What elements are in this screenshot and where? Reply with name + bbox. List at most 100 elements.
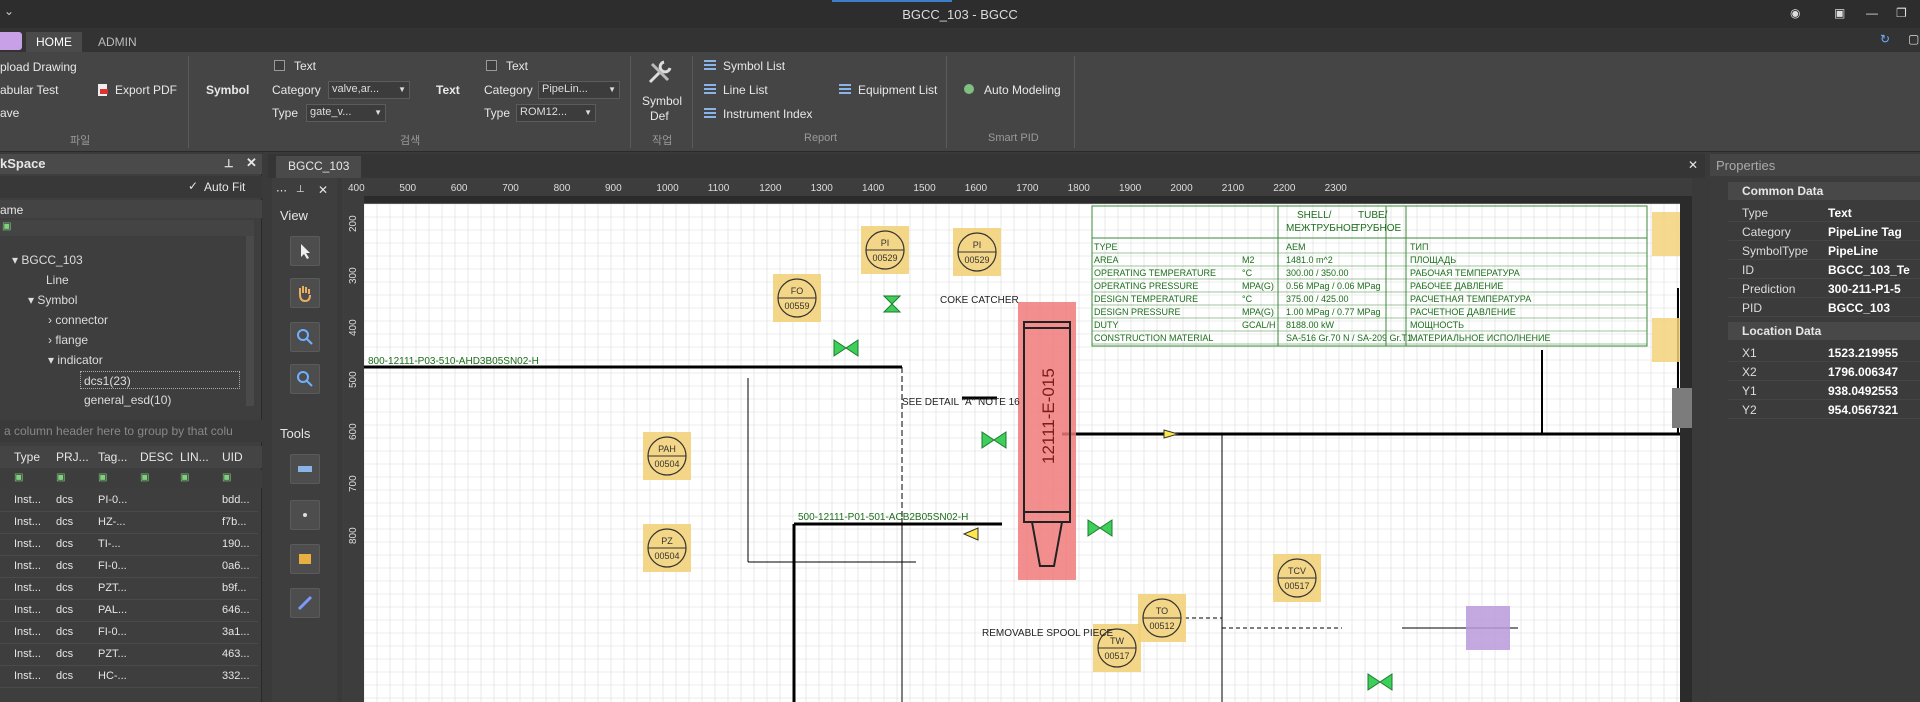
pencil-tool-button[interactable] xyxy=(290,588,320,618)
table-row[interactable]: Inst... dcs PZT... b9f... xyxy=(0,578,258,600)
table-row[interactable]: Inst... dcs PI-0... bdd... xyxy=(0,490,258,512)
table-row[interactable]: Inst... dcs PZT... 463... xyxy=(0,644,258,666)
table-cell: PI-0... xyxy=(98,494,128,506)
refresh-icon[interactable]: ↻ xyxy=(1880,32,1890,46)
grid-col-desc[interactable]: DESC xyxy=(140,450,173,464)
tree-item-flange[interactable]: › flange xyxy=(48,333,88,347)
property-row[interactable]: Type Text xyxy=(1728,204,1920,222)
draw-symbol-button[interactable] xyxy=(290,544,320,574)
symbol-type-select[interactable]: gate_v... ▼ xyxy=(306,104,386,122)
common-data-section[interactable]: Common Data xyxy=(1728,182,1920,200)
grid-col-prj[interactable]: PRJ... xyxy=(56,450,89,464)
ribbon-separator xyxy=(188,56,189,148)
line-list-button[interactable]: Line List xyxy=(723,83,768,97)
file-menu-button[interactable] xyxy=(0,32,22,50)
grid-col-lin[interactable]: LIN... xyxy=(180,450,209,464)
tools-menu-icon[interactable]: ⋯ xyxy=(276,184,287,197)
auto-fit-toggle[interactable]: Auto Fit xyxy=(204,180,245,194)
instrument-bubble[interactable]: FO 00559 xyxy=(773,274,821,322)
pin-icon[interactable]: ⊥ xyxy=(296,184,305,195)
grid-col-tag[interactable]: Tag... xyxy=(98,450,127,464)
tree-filter-row[interactable]: ▣ xyxy=(0,220,254,236)
pid-drawing[interactable]: 400 500 600 700 800 900 1000 1100 1200 1300 1400 15… xyxy=(342,178,1692,702)
tab-bgcc-103[interactable]: BGCC_103 xyxy=(276,156,362,178)
tree-item-root[interactable]: ▾ BGCC_103 xyxy=(12,253,83,267)
grid-filter-row[interactable]: ▣ ▣ ▣ ▣ ▣ ▣ xyxy=(0,470,262,488)
zoom-out-button[interactable] xyxy=(290,364,320,394)
export-pdf-button[interactable]: Export PDF xyxy=(115,83,177,97)
pin-icon[interactable]: ▢ xyxy=(1908,32,1919,46)
tabular-test-button[interactable]: abular Test xyxy=(0,83,58,97)
tree-item-general-esd[interactable]: general_esd(10) xyxy=(84,393,171,407)
save-button[interactable]: ave xyxy=(0,106,19,120)
location-data-section[interactable]: Location Data xyxy=(1728,322,1920,340)
instrument-bubble[interactable]: TCV 00517 xyxy=(1273,554,1321,602)
property-row[interactable]: Category PipeLine Tag xyxy=(1728,223,1920,241)
symbol-def-label-1[interactable]: Symbol xyxy=(642,94,682,108)
property-row[interactable]: X2 1796.006347 xyxy=(1728,363,1920,381)
instrument-bubble[interactable]: PI 00529 xyxy=(953,228,1001,276)
auto-modeling-button[interactable]: Auto Modeling xyxy=(984,83,1061,97)
drawing-canvas[interactable]: 400 500 600 700 800 900 1000 1100 1200 1300 1400 15… xyxy=(342,178,1692,702)
property-row[interactable]: PID BGCC_103 xyxy=(1728,299,1920,317)
property-row[interactable]: Y1 938.0492553 xyxy=(1728,382,1920,400)
table-row[interactable]: Inst... dcs FI-0... 3a1... xyxy=(0,622,258,644)
instrument-tag: PI xyxy=(881,238,890,248)
property-row[interactable]: ID BGCC_103_Te xyxy=(1728,261,1920,279)
property-row[interactable]: Y2 954.0567321 xyxy=(1728,401,1920,419)
name-column-header[interactable]: ame xyxy=(0,203,23,217)
text-category-select[interactable]: PipeLin... ▼ xyxy=(538,81,620,99)
tools-panel: ⋯ ⊥ ✕ View Tools xyxy=(272,178,337,702)
select-tool-button[interactable] xyxy=(290,236,320,266)
property-row[interactable]: Prediction 300-211-P1-5 xyxy=(1728,280,1920,298)
report-group-label: Report xyxy=(804,132,838,144)
grid-col-type[interactable]: Type xyxy=(14,450,40,464)
instrument-index-button[interactable]: Instrument Index xyxy=(723,107,812,121)
tree-item-indicator[interactable]: ▾ indicator xyxy=(48,353,103,367)
close-icon[interactable]: ✕ xyxy=(246,155,257,171)
text-text-checkbox[interactable] xyxy=(486,60,497,71)
close-icon[interactable]: ✕ xyxy=(1688,158,1698,172)
pin-icon[interactable]: ⊥ xyxy=(224,157,234,170)
instrument-bubble[interactable]: TO 00512 xyxy=(1138,594,1186,642)
table-row[interactable]: Inst... dcs PAL... 646... xyxy=(0,600,258,622)
symbol-text-checkbox[interactable] xyxy=(274,60,285,71)
properties-panel: Properties Common Data Type Text Category P… xyxy=(1710,154,1920,702)
tree-item-connector[interactable]: › connector xyxy=(48,313,108,327)
zoom-in-button[interactable] xyxy=(290,322,320,352)
account-icon[interactable]: ◉ xyxy=(1790,6,1800,20)
grid-col-uid[interactable]: UID xyxy=(222,450,243,464)
instrument-bubble[interactable]: PAH 00504 xyxy=(643,432,691,480)
property-row[interactable]: SymbolType PipeLine xyxy=(1728,242,1920,260)
symbol-def-label-2[interactable]: Def xyxy=(650,109,669,123)
symbol-list-button[interactable]: Symbol List xyxy=(723,59,785,73)
close-icon[interactable]: ✕ xyxy=(318,183,328,197)
text-type-select[interactable]: ROM12... ▼ xyxy=(516,104,596,122)
table-row[interactable]: Inst... dcs FI-0... 0a6... xyxy=(0,556,258,578)
canvas-vscroll[interactable] xyxy=(1672,388,1692,428)
fullscreen-icon[interactable]: ▣ xyxy=(1834,6,1845,20)
restore-icon[interactable]: ❐ xyxy=(1896,6,1907,20)
draw-line-button[interactable] xyxy=(290,454,320,484)
tree-item-dcs1[interactable]: dcs1(23) xyxy=(80,371,240,389)
symbol-category-select[interactable]: valve,ar... ▼ xyxy=(328,81,410,99)
table-row[interactable]: Inst... dcs TI-... 190... xyxy=(0,534,258,556)
minimize-icon[interactable]: — xyxy=(1866,6,1878,20)
edge-highlight[interactable] xyxy=(1652,212,1680,256)
upload-drawing-button[interactable]: pload Drawing xyxy=(0,60,77,74)
tree-item-line[interactable]: Line xyxy=(46,273,69,287)
property-row[interactable]: X1 1523.219955 xyxy=(1728,344,1920,362)
edge-highlight[interactable] xyxy=(1652,318,1680,362)
table-row[interactable]: Inst... dcs HC-... 332... xyxy=(0,666,258,688)
instrument-bubble[interactable]: PI 00529 xyxy=(861,226,909,274)
tab-home[interactable]: HOME xyxy=(26,32,82,52)
tab-admin[interactable]: ADMIN xyxy=(88,32,147,52)
draw-point-button[interactable] xyxy=(290,500,320,530)
tree-item-symbol[interactable]: ▾ Symbol xyxy=(28,293,77,307)
tree-scrollbar[interactable] xyxy=(246,236,254,406)
pan-tool-button[interactable] xyxy=(290,278,320,308)
purple-highlight[interactable] xyxy=(1466,606,1510,650)
instrument-bubble[interactable]: PZ 00504 xyxy=(643,524,691,572)
equipment-list-button[interactable]: Equipment List xyxy=(858,83,937,97)
table-row[interactable]: Inst... dcs HZ-... f7b... xyxy=(0,512,258,534)
